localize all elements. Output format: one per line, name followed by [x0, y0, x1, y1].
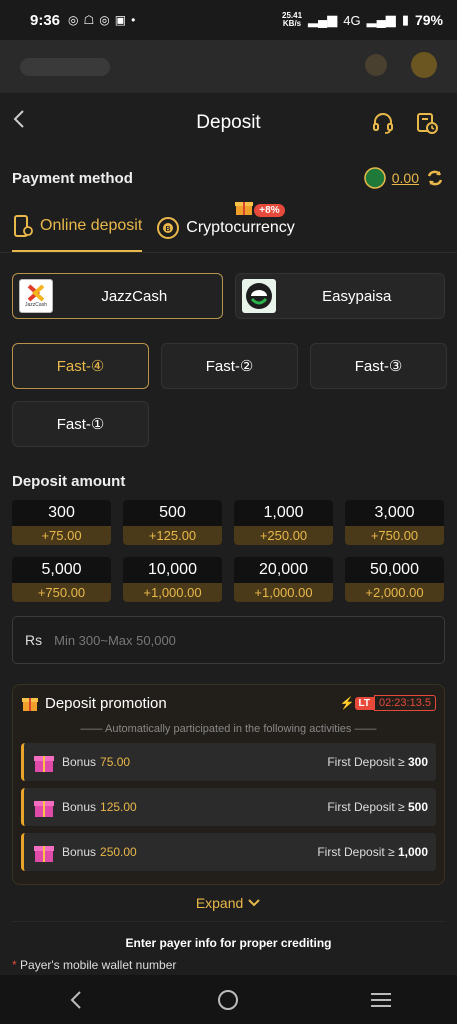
- promotion-item: Bonus 125.00 First Deposit ≥ 500: [21, 788, 436, 826]
- amount-option[interactable]: 300 +75.00: [12, 500, 111, 545]
- chevron-down-icon: [248, 899, 260, 907]
- payment-method-label: Payment method: [12, 169, 133, 187]
- notification-icons: ◎ ☖ ◎ ▣ •: [68, 13, 135, 27]
- deposit-type-tabs: Online deposit B Cryptocurrency +8%: [0, 202, 457, 253]
- fast-option[interactable]: Fast-③: [310, 343, 447, 389]
- signal-icon: ▂▄▆: [308, 12, 338, 27]
- deposit-amount-title: Deposit amount: [12, 473, 126, 490]
- balance-amount[interactable]: 0.00: [392, 170, 419, 186]
- status-bar: 9:36 ◎ ☖ ◎ ▣ • 25.41 KB/s ▂▄▆ 4G ▂▄▆ ▮ 79…: [0, 0, 457, 40]
- chevron-left-icon: [70, 990, 81, 1009]
- facebook-icon: ▣: [114, 13, 127, 27]
- tab-online-deposit[interactable]: Online deposit: [12, 214, 143, 252]
- whatsapp-icon-2: ◎: [99, 13, 110, 27]
- tab-cryptocurrency[interactable]: B Cryptocurrency +8%: [156, 202, 295, 252]
- deposit-sheet: Deposit Payment method 0.00 Online depos…: [0, 93, 457, 975]
- network-type: 4G: [343, 12, 361, 28]
- expand-button[interactable]: Expand: [0, 885, 457, 921]
- channel-name: Easypaisa: [322, 287, 392, 305]
- whatsapp-icon: ◎: [68, 13, 79, 27]
- fast-option[interactable]: Fast-④: [12, 343, 149, 389]
- page-title: Deposit: [196, 112, 261, 133]
- promo-badge: +8%: [254, 204, 285, 217]
- nav-recents-button[interactable]: [361, 980, 401, 1020]
- svg-text:B: B: [166, 226, 171, 233]
- crypto-coin-icon: B: [157, 217, 180, 239]
- background-app-bar: [0, 40, 457, 93]
- amount-option[interactable]: 20,000 +1,000.00: [234, 557, 333, 602]
- system-nav-bar: [0, 975, 457, 1024]
- battery-icon: ▮: [401, 12, 409, 27]
- refresh-icon[interactable]: [425, 168, 445, 188]
- deposit-promotion: Deposit promotion ⚡ LT 02:23:13.5 —— Aut…: [12, 684, 445, 885]
- tab-label: Cryptocurrency: [186, 219, 295, 236]
- fast-options: Fast-④ Fast-② Fast-③ Fast-①: [0, 319, 457, 447]
- chevron-left-icon: [13, 110, 24, 128]
- amount-option[interactable]: 10,000 +1,000.00: [123, 557, 222, 602]
- amount-options: 300 +75.00 500 +125.00 1,000 +250.00 3,000 +…: [0, 500, 457, 602]
- battery-level: 79%: [414, 12, 443, 28]
- channel-easypaisa[interactable]: Easypaisa: [234, 273, 445, 319]
- amount-input-box: Rs: [12, 616, 445, 664]
- amount-option[interactable]: 1,000 +250.00: [234, 500, 333, 545]
- phone-icon: [14, 215, 33, 237]
- menu-icon: [370, 992, 391, 1007]
- amount-option[interactable]: 50,000 +2,000.00: [345, 557, 444, 602]
- payer-info-note: Enter payer info for proper crediting: [125, 936, 332, 950]
- amount-option[interactable]: 500 +125.00: [123, 500, 222, 545]
- promotion-title: Deposit promotion: [45, 694, 167, 712]
- promotion-item: Bonus 250.00 First Deposit ≥ 1,000: [21, 833, 436, 871]
- history-icon: [417, 113, 438, 134]
- nav-back-button[interactable]: [56, 980, 96, 1020]
- promotion-timer: ⚡ LT 02:23:13.5: [340, 695, 436, 711]
- status-time: 9:36: [30, 11, 61, 29]
- gift-box-icon: [34, 756, 54, 772]
- home-circle-icon: [218, 989, 239, 1010]
- pkr-flag-icon: [364, 167, 386, 189]
- promotion-item: Bonus 75.00 First Deposit ≥ 300: [21, 743, 436, 781]
- payment-channels: JazzCash JazzCash Easypaisa: [0, 253, 457, 319]
- net-speed: 25.41 KB/s: [282, 11, 303, 28]
- promotion-subtitle: —— Automatically participated in the fol…: [80, 723, 377, 735]
- amount-input[interactable]: [54, 632, 432, 648]
- currency-label: Rs: [25, 632, 43, 648]
- gift-icon: [234, 198, 254, 221]
- amount-option[interactable]: 5,000 +750.00: [12, 557, 111, 602]
- snapchat-icon: ☖: [83, 13, 95, 27]
- signal-icon-2: ▂▄▆: [366, 12, 396, 27]
- channel-jazzcash[interactable]: JazzCash JazzCash: [12, 273, 223, 319]
- payment-method-row: Payment method 0.00: [0, 153, 457, 203]
- dot-icon: •: [131, 13, 136, 27]
- gift-box-icon: [34, 801, 54, 817]
- payer-wallet-label: * Payer's mobile wallet number: [12, 958, 177, 972]
- channel-name: JazzCash: [101, 287, 168, 305]
- customer-service-button[interactable]: [371, 111, 395, 135]
- balance-display: 0.00: [364, 167, 445, 189]
- tab-label: Online deposit: [40, 217, 143, 234]
- easypaisa-logo: [241, 279, 276, 313]
- nav-home-button[interactable]: [208, 980, 248, 1020]
- gift-box-icon: [34, 846, 54, 862]
- header: Deposit: [0, 93, 457, 153]
- amount-option[interactable]: 3,000 +750.00: [345, 500, 444, 545]
- back-button[interactable]: [12, 109, 26, 135]
- jazzcash-logo: JazzCash: [19, 279, 53, 313]
- fast-option[interactable]: Fast-①: [12, 401, 149, 447]
- fast-option[interactable]: Fast-②: [161, 343, 298, 389]
- lightning-icon: ⚡: [339, 696, 355, 710]
- headset-icon: [373, 113, 393, 134]
- records-button[interactable]: [415, 111, 439, 135]
- gift-icon: [22, 698, 38, 711]
